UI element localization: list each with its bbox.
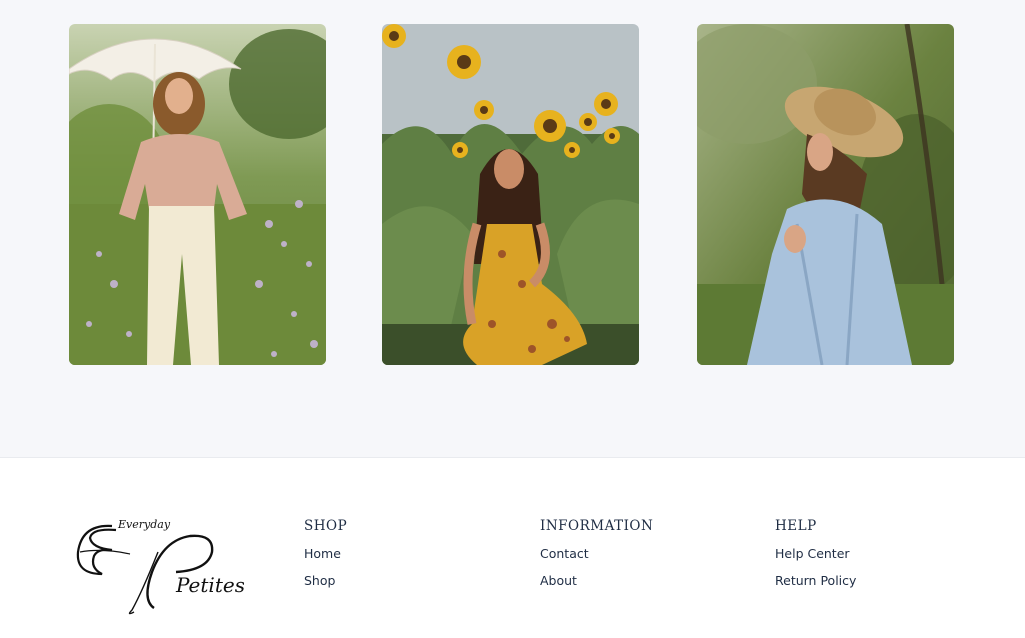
footer-link-shop[interactable]: Shop (304, 573, 347, 588)
site-footer: Everyday Petites SHOP Home Shop INFORMAT… (0, 458, 1025, 638)
logo-text-line1: Everyday (117, 518, 171, 531)
footer-information-column: INFORMATION Contact About (540, 518, 653, 600)
footer-link-contact[interactable]: Contact (540, 546, 653, 561)
photo-straw-hat-woman[interactable] (697, 24, 954, 365)
footer-help-column: HELP Help Center Return Policy (775, 518, 856, 600)
footer-shop-column: SHOP Home Shop (304, 518, 347, 600)
logo-wordmark: Everyday Petites (76, 518, 245, 615)
woman-in-straw-hat-photo (697, 24, 954, 365)
photo-sunflower-woman[interactable] (382, 24, 639, 365)
footer-link-home[interactable]: Home (304, 546, 347, 561)
footer-link-help-center[interactable]: Help Center (775, 546, 856, 561)
woman-in-sunflower-field-photo (382, 24, 639, 365)
logo-text-line2: Petites (175, 573, 244, 597)
woman-with-lace-parasol-photo (69, 24, 326, 365)
footer-link-return-policy[interactable]: Return Policy (775, 573, 856, 588)
footer-information-heading: INFORMATION (540, 518, 654, 534)
footer-shop-heading: SHOP (304, 518, 348, 534)
everyday-petites-logo[interactable]: Everyday Petites (72, 512, 245, 616)
photo-gallery (0, 0, 1025, 458)
footer-link-about[interactable]: About (540, 573, 653, 588)
photo-parasol-woman[interactable] (69, 24, 326, 365)
footer-help-heading: HELP (775, 518, 817, 534)
